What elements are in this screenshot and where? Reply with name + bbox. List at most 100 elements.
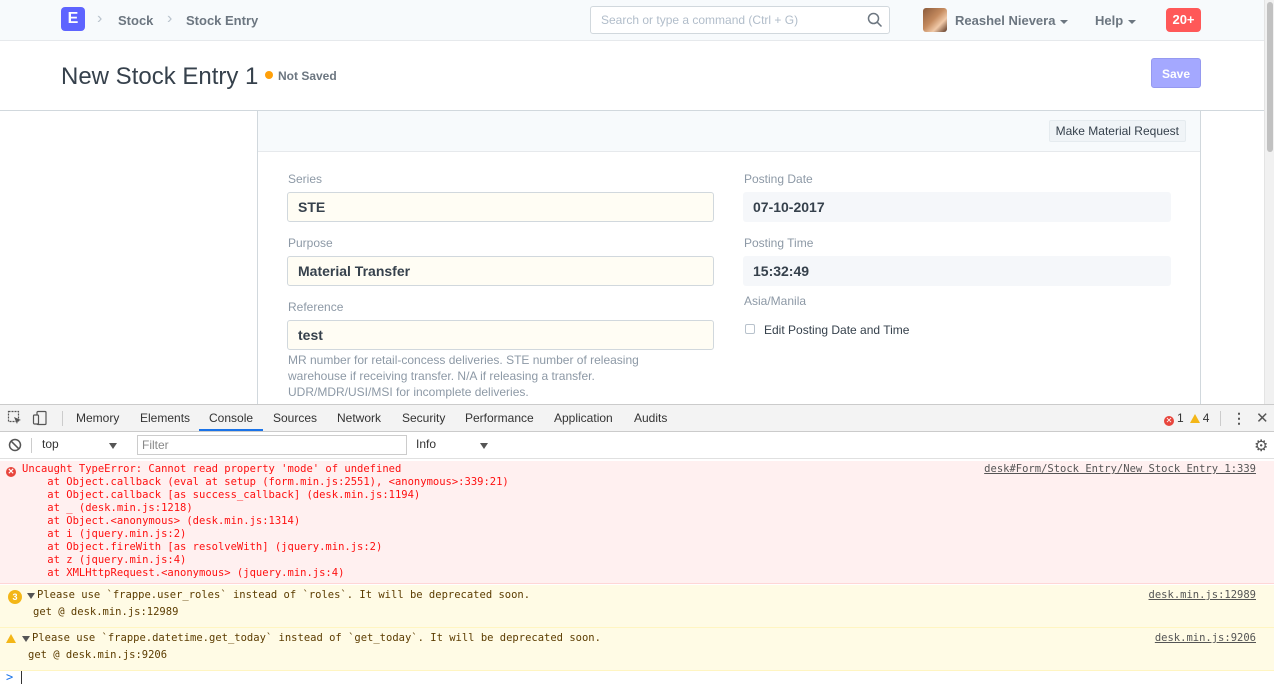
gear-icon[interactable]: ⚙ xyxy=(1254,436,1268,456)
tab-performance[interactable]: Performance xyxy=(465,411,534,425)
reference-input[interactable]: test xyxy=(287,320,714,350)
warning-stack-text[interactable]: get @ desk.min.js:9206 xyxy=(28,649,167,661)
tab-elements[interactable]: Elements xyxy=(140,411,190,425)
tab-application[interactable]: Application xyxy=(554,411,613,425)
warning-stack: get @ desk.min.js:9206 xyxy=(28,649,167,662)
posting-time-label: Posting Time xyxy=(744,236,814,250)
warning-icon xyxy=(1189,414,1200,423)
warning-text: Please use `frappe.datetime.get_today` i… xyxy=(32,632,601,644)
toolbar-divider xyxy=(1220,411,1221,426)
warning-source-link[interactable]: desk.min.js:9206 xyxy=(1155,632,1256,645)
tab-audits[interactable]: Audits xyxy=(634,411,667,425)
reference-description-line: UDR/MDR/USI/MSI for incomplete deliverie… xyxy=(288,385,529,399)
warning-icon xyxy=(6,634,16,643)
stack-frame[interactable]: at i (jquery.min.js:2) xyxy=(22,528,186,541)
chevron-right-icon: › xyxy=(167,10,173,27)
edit-posting-checkbox[interactable] xyxy=(745,324,755,334)
save-button[interactable]: Save xyxy=(1151,58,1201,88)
warning-source-link[interactable]: desk.min.js:12989 xyxy=(1149,589,1256,602)
stack-frame[interactable]: at Object.<anonymous> (desk.min.js:1314) xyxy=(22,515,300,528)
devtools-panel: Memory Elements Console Sources Network … xyxy=(0,404,1274,691)
inspect-element-icon[interactable] xyxy=(7,410,23,426)
tab-memory[interactable]: Memory xyxy=(76,411,119,425)
stack-frame[interactable]: at XMLHttpRequest.<anonymous> (jquery.mi… xyxy=(22,567,344,580)
series-select[interactable]: STE xyxy=(287,192,714,222)
help-label: Help xyxy=(1095,13,1124,28)
error-line: Uncaught TypeError: Cannot read property… xyxy=(22,463,402,475)
timezone-label: Asia/Manila xyxy=(744,294,807,308)
context-select[interactable]: top xyxy=(42,437,59,451)
console-filter-input[interactable] xyxy=(137,435,407,455)
status-dot xyxy=(265,71,273,79)
avatar[interactable] xyxy=(923,8,947,32)
reference-label: Reference xyxy=(288,300,344,314)
search-icon[interactable] xyxy=(867,12,883,28)
expand-triangle-icon[interactable] xyxy=(22,636,30,642)
dropdown-arrow-icon xyxy=(480,443,488,449)
scrollbar-thumb[interactable] xyxy=(1267,2,1273,152)
search-input[interactable] xyxy=(591,7,851,33)
posting-date-field: 07-10-2017 xyxy=(743,192,1171,222)
stack-frame[interactable]: at _ (desk.min.js:1218) xyxy=(22,502,192,515)
stack-frame[interactable]: at Object.callback [as success_callback]… xyxy=(22,489,420,502)
purpose-select[interactable]: Material Transfer xyxy=(287,256,714,286)
prompt-caret-icon: > xyxy=(6,670,14,684)
close-icon[interactable]: ✕ xyxy=(1256,409,1269,427)
devtools-tabbar: Memory Elements Console Sources Network … xyxy=(0,405,1274,432)
console-error-message: ✕ Uncaught TypeError: Cannot read proper… xyxy=(0,461,1274,584)
toolbar-divider xyxy=(62,411,63,426)
warning-text: Please use `frappe.user_roles` instead o… xyxy=(37,589,531,601)
notification-badge[interactable]: 20+ xyxy=(1166,8,1201,32)
posting-time-field: 15:32:49 xyxy=(743,256,1171,286)
tab-network[interactable]: Network xyxy=(337,411,381,425)
more-options-icon[interactable]: ⋮ xyxy=(1232,410,1246,427)
toolbar-divider xyxy=(31,438,32,453)
warning-count: 4 xyxy=(1202,411,1210,425)
reference-description-line: warehouse if receiving transfer. N/A if … xyxy=(288,369,595,383)
error-icon: ✕ xyxy=(1164,416,1174,426)
clear-console-icon[interactable] xyxy=(7,437,23,453)
edit-posting-label[interactable]: Edit Posting Date and Time xyxy=(764,323,909,337)
expand-triangle-icon[interactable] xyxy=(27,593,35,599)
caret-down-icon xyxy=(1128,19,1137,24)
caret-down-icon xyxy=(1060,19,1069,24)
warning-stack-text[interactable]: get @ desk.min.js:12989 xyxy=(33,606,178,618)
repeat-count-badge: 3 xyxy=(8,590,22,604)
active-tab-indicator xyxy=(199,429,263,431)
tab-security[interactable]: Security xyxy=(402,411,445,425)
navbar: E › Stock › Stock Entry Reashel Nievera … xyxy=(0,0,1264,41)
log-level-select[interactable]: Info xyxy=(416,437,436,451)
app-logo[interactable]: E xyxy=(61,7,85,31)
series-label: Series xyxy=(288,172,323,186)
posting-date-label: Posting Date xyxy=(744,172,813,186)
console-warning-message: 3 Please use `frappe.user_roles` instead… xyxy=(0,585,1274,628)
breadcrumb-stock[interactable]: Stock xyxy=(118,13,153,28)
error-source-link[interactable]: desk#Form/Stock Entry/New Stock Entry 1:… xyxy=(984,463,1256,476)
awesome-bar xyxy=(590,6,890,34)
issue-counter[interactable]: ✕ 1 4 xyxy=(1164,411,1209,426)
status-indicator: Not Saved xyxy=(278,69,337,83)
chevron-right-icon: › xyxy=(97,10,103,27)
page-scrollbar[interactable] xyxy=(1264,0,1274,404)
device-toolbar-icon[interactable] xyxy=(32,410,48,426)
make-material-request-button[interactable]: Make Material Request xyxy=(1048,120,1186,142)
purpose-label: Purpose xyxy=(288,236,333,250)
user-name: Reashel Nievera xyxy=(955,13,1056,28)
breadcrumb-stock-entry[interactable]: Stock Entry xyxy=(186,13,258,28)
reference-description-line: MR number for retail-concess deliveries.… xyxy=(288,353,639,367)
tab-console[interactable]: Console xyxy=(209,411,253,425)
user-menu[interactable]: Reashel Nievera xyxy=(955,13,1069,28)
form-layout: Make Material Request Series STE Purpose… xyxy=(257,111,1201,406)
error-icon: ✕ xyxy=(6,467,16,477)
console-prompt[interactable]: > xyxy=(0,667,1274,687)
stack-frame[interactable]: at Object.fireWith [as resolveWith] (jqu… xyxy=(22,541,382,554)
stack-frame[interactable]: at z (jquery.min.js:4) xyxy=(22,554,186,567)
stack-frame[interactable]: at Object.callback (eval at setup (form.… xyxy=(22,476,508,489)
form-toolbar: Make Material Request xyxy=(258,111,1200,152)
console-filterbar: top Info ⚙ xyxy=(0,432,1274,459)
tab-sources[interactable]: Sources xyxy=(273,411,317,425)
console-warning-message: Please use `frappe.datetime.get_today` i… xyxy=(0,628,1274,671)
text-cursor xyxy=(21,671,22,684)
error-count: 1 xyxy=(1177,411,1184,425)
help-menu[interactable]: Help xyxy=(1095,13,1137,28)
